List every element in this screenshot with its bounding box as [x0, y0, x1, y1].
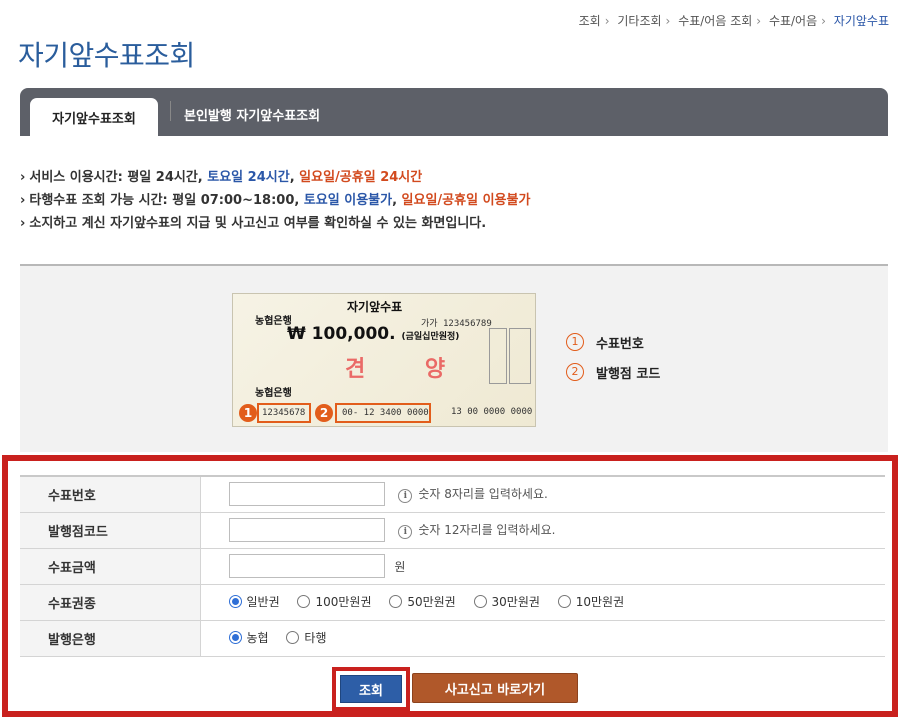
chevron-right-icon: › [604, 14, 610, 28]
breadcrumb-item-check-bill[interactable]: 수표/어음 조회 [678, 14, 752, 28]
check-sample-image: 농협은행 자기앞수표 가가 123456789 ₩ 100,000. (금일십만… [232, 293, 536, 427]
radio-1m[interactable]: 100만원권 [297, 593, 371, 610]
radio-selected-icon [228, 631, 242, 644]
signature-box [489, 328, 507, 384]
arrow-right-icon: › [20, 170, 26, 185]
branch-code-box: 00- 12 3400 0000 [335, 403, 431, 423]
tab-bar: 자기앞수표조회 본인발행 자기앞수표조회 [20, 88, 888, 136]
legend-item: 1 수표번호 [566, 332, 660, 352]
check-amount: ₩ 100,000. (금일십만원정) [287, 324, 460, 344]
chevron-right-icon: › [665, 14, 671, 28]
page-title: 자기앞수표조회 [18, 39, 195, 72]
badge-2-icon: 2 [315, 404, 333, 422]
legend: 1 수표번호 2 발행점 코드 [566, 332, 660, 392]
info-line-service-hours: › 서비스 이용시간: 평일 24시간, 토요일 24시간, 일요일/공휴일 24… [20, 170, 423, 185]
form-row-check-type: 수표권종 일반권 100만원권 50만원권 30만원권 10만원권 [20, 584, 885, 621]
search-button[interactable]: 조회 [340, 675, 402, 703]
tab-divider [170, 101, 171, 121]
legend-item: 2 발행점 코드 [566, 362, 660, 382]
form-row-issuing-bank: 발행은행 농협 타행 [20, 620, 885, 657]
info-icon: i [398, 525, 413, 539]
radio-unselected-icon [557, 595, 571, 608]
branch-code-input[interactable] [228, 518, 385, 542]
radio-100k[interactable]: 10만원권 [557, 593, 624, 610]
sample-stamp: 견 양 [345, 357, 472, 382]
signature-box [509, 328, 531, 384]
radio-300k[interactable]: 30만원권 [473, 593, 540, 610]
check-number-input[interactable] [228, 482, 385, 507]
label-amount: 수표금액 [20, 548, 201, 585]
radio-other-bank[interactable]: 타행 [286, 629, 327, 646]
report-loss-button[interactable]: 사고신고 바로가기 [412, 673, 578, 703]
breadcrumb-item-check[interactable]: 수표/어음 [769, 14, 817, 28]
check-title: 자기앞수표 [347, 300, 403, 314]
circled-2-icon: 2 [566, 363, 584, 381]
radio-nonghyup[interactable]: 농협 [228, 629, 269, 646]
hint-branch-code: i 숫자 12자리를 입력하세요. [398, 521, 555, 539]
radio-unselected-icon [473, 595, 487, 608]
arrow-right-icon: › [20, 193, 26, 208]
radio-unselected-icon [297, 595, 311, 608]
label-branch-code: 발행점코드 [20, 512, 201, 549]
amount-input[interactable] [228, 554, 385, 578]
info-line-description: › 소지하고 계신 자기앞수표의 지급 및 사고신고 여부를 확인하실 수 있는 … [20, 216, 487, 231]
search-form: 수표번호 i 숫자 8자리를 입력하세요. 발행점코드 i 숫자 12자리를 입력하… [20, 475, 885, 657]
breadcrumb-item-other[interactable]: 기타조회 [617, 14, 661, 28]
label-check-type: 수표권종 [20, 584, 201, 621]
label-check-number: 수표번호 [20, 476, 201, 513]
info-line-other-bank-hours: › 타행수표 조회 가능 시간: 평일 07:00~18:00, 토요일 이용불가… [20, 193, 531, 208]
form-row-amount: 수표금액 원 [20, 548, 885, 585]
radio-unselected-icon [286, 631, 300, 644]
form-row-check-number: 수표번호 i 숫자 8자리를 입력하세요. [20, 476, 885, 513]
trailing-number: 13 00 0000 0000 [451, 407, 533, 417]
unit-won: 원 [394, 559, 406, 574]
radio-general[interactable]: 일반권 [228, 593, 280, 610]
chevron-right-icon: › [756, 14, 762, 28]
search-form-highlight: 수표번호 i 숫자 8자리를 입력하세요. 발행점코드 i 숫자 12자리를 입력하… [2, 455, 898, 717]
radio-500k[interactable]: 50만원권 [389, 593, 456, 610]
arrow-right-icon: › [20, 216, 26, 231]
hint-check-number: i 숫자 8자리를 입력하세요. [398, 485, 548, 504]
check-number-box: 12345678 [257, 403, 311, 423]
radio-unselected-icon [389, 595, 403, 608]
label-issuing-bank: 발행은행 [20, 620, 201, 657]
tab-cashier-check[interactable]: 자기앞수표조회 [30, 98, 158, 136]
bank-logo-bottom: 농협은행 [255, 388, 292, 399]
search-button-highlight: 조회 [332, 667, 410, 711]
circled-1-icon: 1 [566, 333, 584, 351]
radio-selected-icon [228, 595, 242, 608]
breadcrumb: 조회 › 기타조회 › 수표/어음 조회 › 수표/어음 › 자기앞수표 [579, 12, 889, 29]
check-example-panel: 농협은행 자기앞수표 가가 123456789 ₩ 100,000. (금일십만… [20, 266, 888, 452]
breadcrumb-item-current: 자기앞수표 [833, 14, 889, 28]
breadcrumb-item-home[interactable]: 조회 [579, 14, 601, 28]
tab-self-issued-check[interactable]: 본인발행 자기앞수표조회 [184, 105, 320, 124]
info-icon: i [398, 489, 413, 504]
chevron-right-icon: › [821, 14, 826, 28]
service-info: › 서비스 이용시간: 평일 24시간, 토요일 24시간, 일요일/공휴일 24… [20, 166, 530, 235]
badge-1-icon: 1 [239, 404, 257, 422]
form-row-branch-code: 발행점코드 i 숫자 12자리를 입력하세요. [20, 512, 885, 549]
